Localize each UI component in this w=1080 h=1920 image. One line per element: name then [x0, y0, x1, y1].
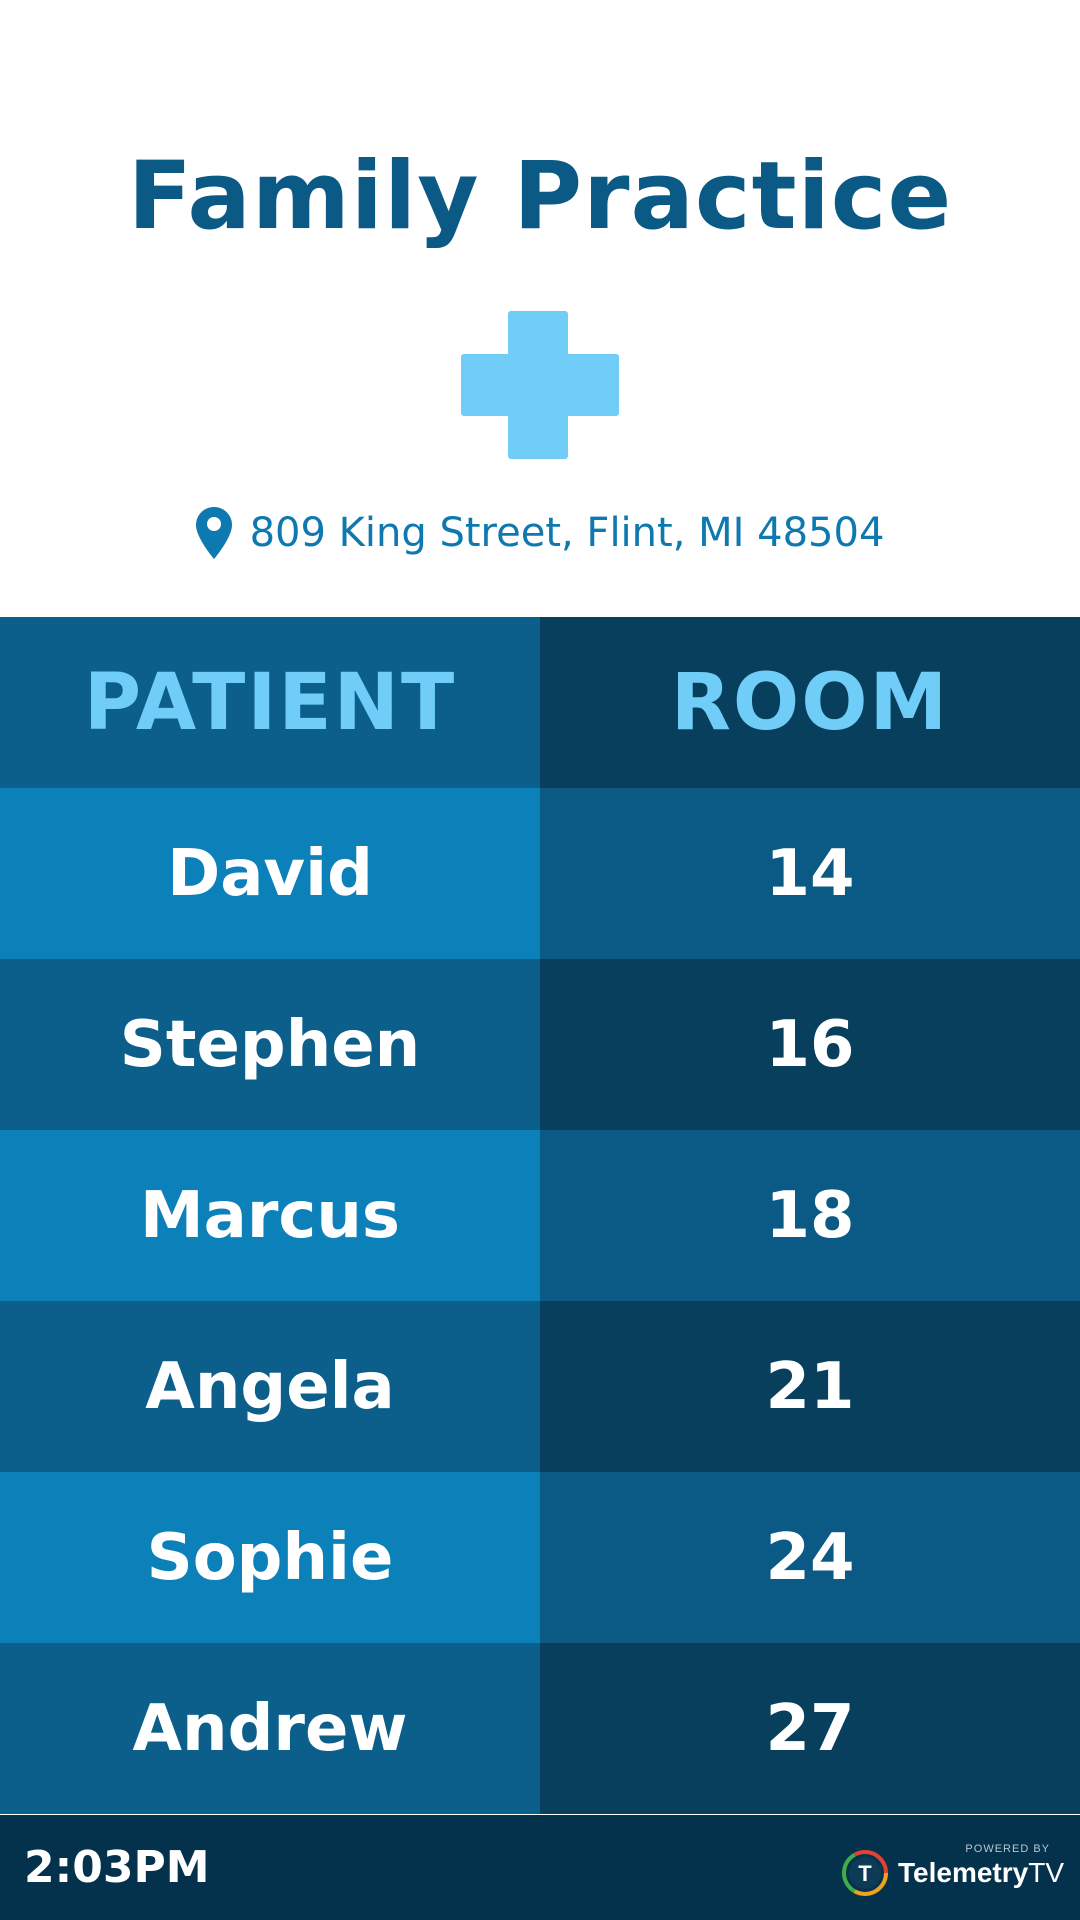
table-row: Angela 21	[0, 1301, 1080, 1472]
column-header-patient: PATIENT	[0, 617, 540, 788]
patient-name: Angela	[0, 1301, 540, 1472]
brand-name-suffix: TV	[1028, 1857, 1064, 1888]
table-row: Andrew 27	[0, 1643, 1080, 1814]
logo-letter: T	[858, 1861, 872, 1886]
table-row: Marcus 18	[0, 1130, 1080, 1301]
address-text: 809 King Street, Flint, MI 48504	[249, 510, 885, 556]
table-row: Stephen 16	[0, 959, 1080, 1130]
address: 809 King Street, Flint, MI 48504	[0, 507, 1080, 559]
cross-horizontal-bar	[461, 354, 619, 416]
room-number: 16	[540, 959, 1080, 1130]
map-pin-icon	[195, 507, 232, 559]
column-header-room: ROOM	[540, 617, 1080, 788]
medical-cross-icon	[461, 311, 619, 459]
powered-by-label: POWERED BY	[965, 1843, 1050, 1855]
table-row: Sophie 24	[0, 1472, 1080, 1643]
patient-name: Andrew	[0, 1643, 540, 1814]
table-row: David 14	[0, 788, 1080, 959]
header: Family Practice 809 King Street, Flint, …	[0, 0, 1080, 617]
room-number: 21	[540, 1301, 1080, 1472]
brand-name: TelemetryTV	[898, 1857, 1064, 1889]
room-number: 24	[540, 1472, 1080, 1643]
telemetry-logo-icon: T	[842, 1850, 888, 1896]
patient-name: Stephen	[0, 959, 540, 1130]
room-number: 18	[540, 1130, 1080, 1301]
patient-room-table: PATIENT ROOM David 14 Stephen 16 Marcus …	[0, 617, 1080, 1814]
brand: T POWERED BY TelemetryTV	[840, 1843, 1064, 1899]
room-number: 14	[540, 788, 1080, 959]
patient-name: Sophie	[0, 1472, 540, 1643]
footer-bar: 2:03PM T POWERED BY TelemetryTV	[0, 1815, 1080, 1920]
table-header-row: PATIENT ROOM	[0, 617, 1080, 788]
page-title: Family Practice	[127, 142, 953, 251]
patient-name: David	[0, 788, 540, 959]
brand-name-main: Telemetry	[898, 1857, 1029, 1888]
patient-name: Marcus	[0, 1130, 540, 1301]
clock: 2:03PM	[24, 1842, 210, 1893]
room-number: 27	[540, 1643, 1080, 1814]
